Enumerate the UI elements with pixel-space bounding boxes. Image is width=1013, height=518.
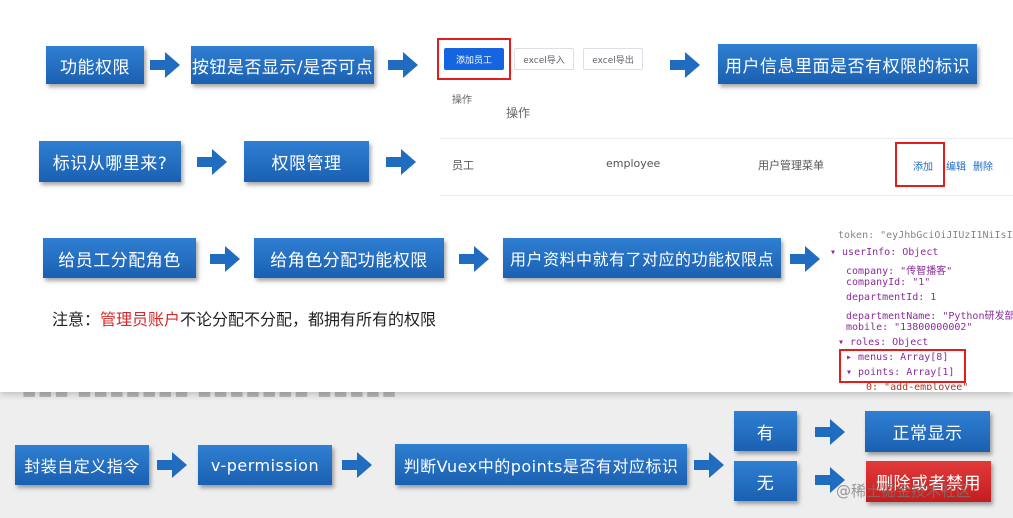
watermark: @稀土掘金技术社区 — [836, 482, 972, 500]
arrow-right-icon — [388, 52, 418, 78]
devtools-line-companyid: companyId: "1" — [846, 277, 931, 288]
has-flag-label: 有 — [756, 423, 775, 444]
user-info-flag-box: 用户信息里面是否有权限的标识 — [718, 44, 977, 84]
profile-points-label: 用户资料中就有了对应的功能权限点 — [509, 250, 774, 269]
no-flag-box: 无 — [734, 461, 797, 501]
admin-note: 注意：管理员账户不论分配不分配，都拥有所有的权限 — [52, 306, 436, 330]
permission-management-label: 权限管理 — [271, 154, 342, 174]
custom-directive-box: 封装自定义指令 — [15, 445, 149, 485]
arrow-right-icon — [386, 149, 416, 175]
user-info-flag-label: 用户信息里面是否有权限的标识 — [725, 56, 970, 77]
show-normally-box: 正常显示 — [865, 411, 990, 452]
table-cell-desc: 用户管理菜单 — [758, 159, 824, 172]
button-visibility-label: 按钮是否显示/是否可点 — [191, 57, 374, 78]
arrow-right-icon — [694, 452, 724, 478]
add-action-link[interactable]: 添加 — [913, 158, 933, 173]
arrow-right-icon — [150, 52, 180, 78]
ops-label-2: 操作 — [506, 106, 531, 120]
flag-source-box: 标识从哪里来? — [39, 141, 181, 182]
assign-role-label: 给员工分配角色 — [58, 250, 181, 271]
profile-points-box: 用户资料中就有了对应的功能权限点 — [503, 238, 781, 278]
has-flag-box: 有 — [734, 411, 797, 451]
arrow-right-icon — [790, 246, 820, 272]
v-permission-box: v-permission — [198, 445, 332, 485]
arrow-right-icon — [670, 52, 700, 78]
no-flag-label: 无 — [756, 473, 775, 494]
excel-import-button[interactable]: excel导入 — [514, 48, 574, 70]
arrow-right-icon — [459, 246, 489, 272]
check-points-box: 判断Vuex中的points是否有对应标识 — [395, 444, 687, 485]
devtools-line-roles[interactable]: ▾ roles: Object — [838, 337, 928, 348]
devtools-line-userinfo[interactable]: ▾ userInfo: Object — [830, 247, 938, 258]
v-permission-label: v-permission — [210, 455, 320, 475]
ops-label-1: 操作 — [452, 95, 472, 106]
devtools-line-company: company: "传智播客" — [846, 266, 953, 277]
button-visibility-box: 按钮是否显示/是否可点 — [191, 46, 374, 84]
arrow-right-icon — [197, 149, 227, 175]
devtools-line-departmentid: departmentId: 1 — [846, 292, 937, 303]
devtools-line-token: token: "eyJhbGciOiJIUzI1NiIsInR5 — [838, 230, 1013, 241]
show-normally-label: 正常显示 — [892, 424, 963, 444]
check-points-label: 判断Vuex中的points是否有对应标识 — [403, 456, 679, 476]
arrow-right-icon — [815, 419, 845, 445]
note-prefix: 注意： — [52, 310, 101, 329]
table-cell-name: 员工 — [452, 159, 474, 172]
excel-export-button[interactable]: excel导出 — [583, 48, 643, 70]
arrow-right-icon — [342, 452, 372, 478]
feature-permission-box: 功能权限 — [46, 46, 144, 84]
note-rest: 不论分配不分配，都拥有所有的权限 — [180, 310, 437, 329]
note-highlight: 管理员账户 — [100, 310, 181, 329]
devtools-line-departmentname: departmentName: "Python研发部" — [846, 311, 1013, 322]
table-cell-code: employee — [606, 157, 661, 170]
points-highlight — [839, 349, 966, 383]
edit-action-link[interactable]: 编辑 — [946, 158, 966, 173]
delete-action-link[interactable]: 删除 — [973, 158, 993, 173]
assign-permission-box: 给角色分配功能权限 — [254, 238, 444, 278]
feature-permission-label: 功能权限 — [60, 57, 130, 78]
devtools-line-point-value: 0: "add-employee" — [866, 382, 969, 390]
assign-role-box: 给员工分配角色 — [43, 238, 196, 278]
devtools-line-mobile: mobile: "13800000002" — [846, 322, 973, 333]
permission-management-box: 权限管理 — [244, 141, 369, 182]
custom-directive-label: 封装自定义指令 — [24, 457, 140, 476]
arrow-right-icon — [210, 246, 240, 272]
arrow-right-icon — [157, 452, 187, 478]
assign-permission-label: 给角色分配功能权限 — [270, 250, 428, 271]
flag-source-label: 标识从哪里来? — [52, 154, 168, 174]
add-employee-button[interactable]: 添加员工 — [444, 48, 504, 70]
